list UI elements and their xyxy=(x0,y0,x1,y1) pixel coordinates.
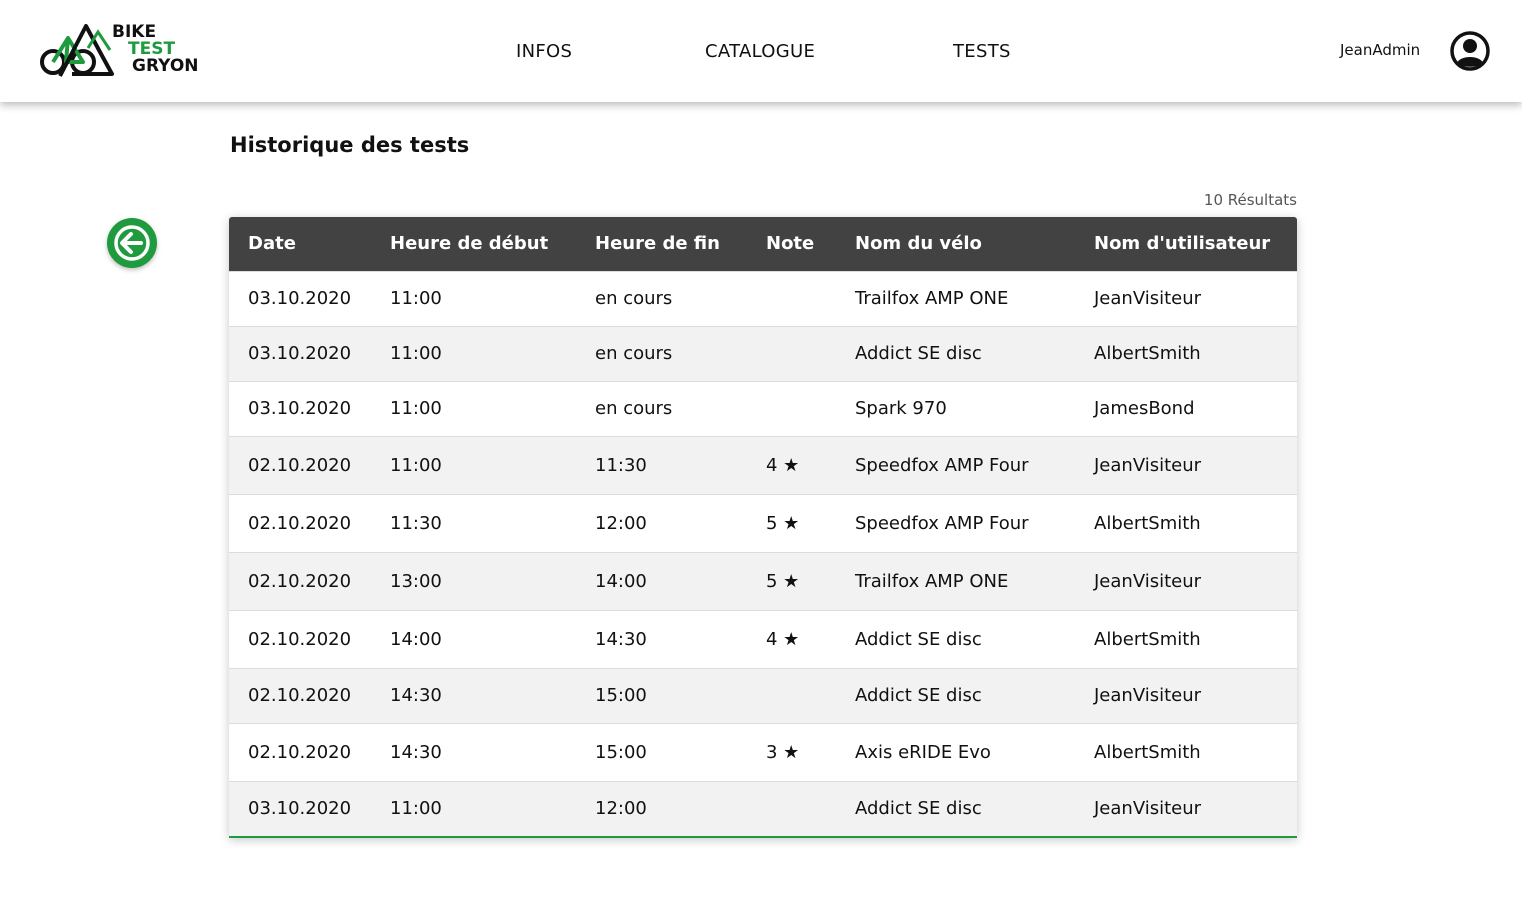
bike-test-gryon-logo[interactable]: BIKE TEST GRYON xyxy=(38,18,203,86)
table-row[interactable]: 02.10.2020 14:30 15:00 Addict SE disc JeanVi… xyxy=(229,667,1297,723)
cell-start-time: 14:30 xyxy=(371,722,576,781)
table-row[interactable]: 03.10.2020 11:00 en cours Spark 970 JamesBon… xyxy=(229,380,1297,436)
cell-username: AlbertSmith xyxy=(1075,609,1297,668)
column-header-start-time[interactable]: Heure de début xyxy=(371,217,576,271)
cell-note xyxy=(747,667,836,723)
cell-start-time: 14:30 xyxy=(371,667,576,723)
cell-end-time: 12:00 xyxy=(576,780,747,836)
table-row[interactable]: 02.10.2020 14:30 15:00 3 ★ Axis eRIDE Evo Alb… xyxy=(229,722,1297,781)
cell-note: 5 ★ xyxy=(747,551,836,610)
cell-bike-name: Speedfox AMP Four xyxy=(836,435,1075,494)
cell-note xyxy=(747,325,836,381)
cell-end-time: 15:00 xyxy=(576,722,747,781)
cell-end-time: 12:00 xyxy=(576,493,747,552)
nav-catalogue[interactable]: CATALOGUE xyxy=(705,41,815,62)
cell-start-time: 11:00 xyxy=(371,780,576,836)
cell-username: JeanVisiteur xyxy=(1075,270,1297,326)
table-row[interactable]: 03.10.2020 11:00 en cours Trailfox AMP ONE J… xyxy=(229,270,1297,326)
cell-username: AlbertSmith xyxy=(1075,325,1297,381)
cell-username: JeanVisiteur xyxy=(1075,780,1297,836)
cell-username: AlbertSmith xyxy=(1075,722,1297,781)
cell-username: JeanVisiteur xyxy=(1075,551,1297,610)
cell-note: 4 ★ xyxy=(747,435,836,494)
cell-date: 02.10.2020 xyxy=(229,551,371,610)
cell-username: AlbertSmith xyxy=(1075,493,1297,552)
cell-note: 4 ★ xyxy=(747,609,836,668)
cell-end-time: 14:30 xyxy=(576,609,747,668)
cell-bike-name: Trailfox AMP ONE xyxy=(836,551,1075,610)
cell-note xyxy=(747,270,836,326)
cell-note: 3 ★ xyxy=(747,722,836,781)
username-label[interactable]: JeanAdmin xyxy=(1340,41,1420,59)
cell-end-time: en cours xyxy=(576,380,747,436)
cell-date: 03.10.2020 xyxy=(229,270,371,326)
nav-infos[interactable]: INFOS xyxy=(516,41,572,62)
nav-tests[interactable]: TESTS xyxy=(953,41,1011,62)
cell-date: 02.10.2020 xyxy=(229,435,371,494)
cell-start-time: 14:00 xyxy=(371,609,576,668)
cell-bike-name: Spark 970 xyxy=(836,380,1075,436)
page-title: Historique des tests xyxy=(230,133,470,157)
arrow-left-icon xyxy=(114,225,150,261)
cell-username: JeanVisiteur xyxy=(1075,667,1297,723)
cell-bike-name: Axis eRIDE Evo xyxy=(836,722,1075,781)
column-header-bike-name[interactable]: Nom du vélo xyxy=(836,217,1075,271)
table-row[interactable]: 02.10.2020 13:00 14:00 5 ★ Trailfox AMP ONE J… xyxy=(229,551,1297,610)
cell-start-time: 13:00 xyxy=(371,551,576,610)
column-header-note[interactable]: Note xyxy=(747,217,836,271)
cell-note: 5 ★ xyxy=(747,493,836,552)
cell-bike-name: Trailfox AMP ONE xyxy=(836,270,1075,326)
column-header-date[interactable]: Date xyxy=(229,217,371,271)
cell-note xyxy=(747,380,836,436)
column-header-username[interactable]: Nom d'utilisateur xyxy=(1075,217,1297,271)
cell-bike-name: Addict SE disc xyxy=(836,325,1075,381)
column-header-end-time[interactable]: Heure de fin xyxy=(576,217,747,271)
cell-bike-name: Speedfox AMP Four xyxy=(836,493,1075,552)
table-row[interactable]: 02.10.2020 14:00 14:30 4 ★ Addict SE disc Alb… xyxy=(229,609,1297,668)
cell-end-time: en cours xyxy=(576,325,747,381)
cell-start-time: 11:00 xyxy=(371,435,576,494)
svg-text:GRYON: GRYON xyxy=(132,56,199,76)
table-row[interactable]: 02.10.2020 11:30 12:00 5 ★ Speedfox AMP Four… xyxy=(229,493,1297,552)
cell-username: JeanVisiteur xyxy=(1075,435,1297,494)
cell-end-time: 14:00 xyxy=(576,551,747,610)
cell-start-time: 11:30 xyxy=(371,493,576,552)
cell-end-time: en cours xyxy=(576,270,747,326)
table-header-row: Date Heure de début Heure de fin Note No… xyxy=(229,217,1297,271)
cell-date: 02.10.2020 xyxy=(229,667,371,723)
top-navbar: BIKE TEST GRYON INFOS CATALOGUE TESTS Je… xyxy=(0,0,1522,102)
cell-bike-name: Addict SE disc xyxy=(836,667,1075,723)
table-row[interactable]: 03.10.2020 11:00 en cours Addict SE disc Alb… xyxy=(229,325,1297,381)
cell-date: 02.10.2020 xyxy=(229,722,371,781)
cell-date: 03.10.2020 xyxy=(229,780,371,836)
table-row[interactable]: 03.10.2020 11:00 12:00 Addict SE disc JeanVi… xyxy=(229,780,1297,836)
cell-bike-name: Addict SE disc xyxy=(836,609,1075,668)
cell-date: 02.10.2020 xyxy=(229,609,371,668)
cell-username: JamesBond xyxy=(1075,380,1297,436)
cell-start-time: 11:00 xyxy=(371,270,576,326)
cell-end-time: 15:00 xyxy=(576,667,747,723)
cell-start-time: 11:00 xyxy=(371,380,576,436)
table-row[interactable]: 02.10.2020 11:00 11:30 4 ★ Speedfox AMP Four… xyxy=(229,435,1297,494)
back-button[interactable] xyxy=(107,218,157,268)
cell-date: 03.10.2020 xyxy=(229,325,371,381)
cell-bike-name: Addict SE disc xyxy=(836,780,1075,836)
cell-start-time: 11:00 xyxy=(371,325,576,381)
cell-date: 03.10.2020 xyxy=(229,380,371,436)
cell-end-time: 11:30 xyxy=(576,435,747,494)
result-count: 10 Résultats xyxy=(1203,191,1297,209)
cell-note xyxy=(747,780,836,836)
tests-history-table: Date Heure de début Heure de fin Note No… xyxy=(229,217,1297,838)
user-avatar-icon[interactable] xyxy=(1450,31,1490,71)
cell-date: 02.10.2020 xyxy=(229,493,371,552)
